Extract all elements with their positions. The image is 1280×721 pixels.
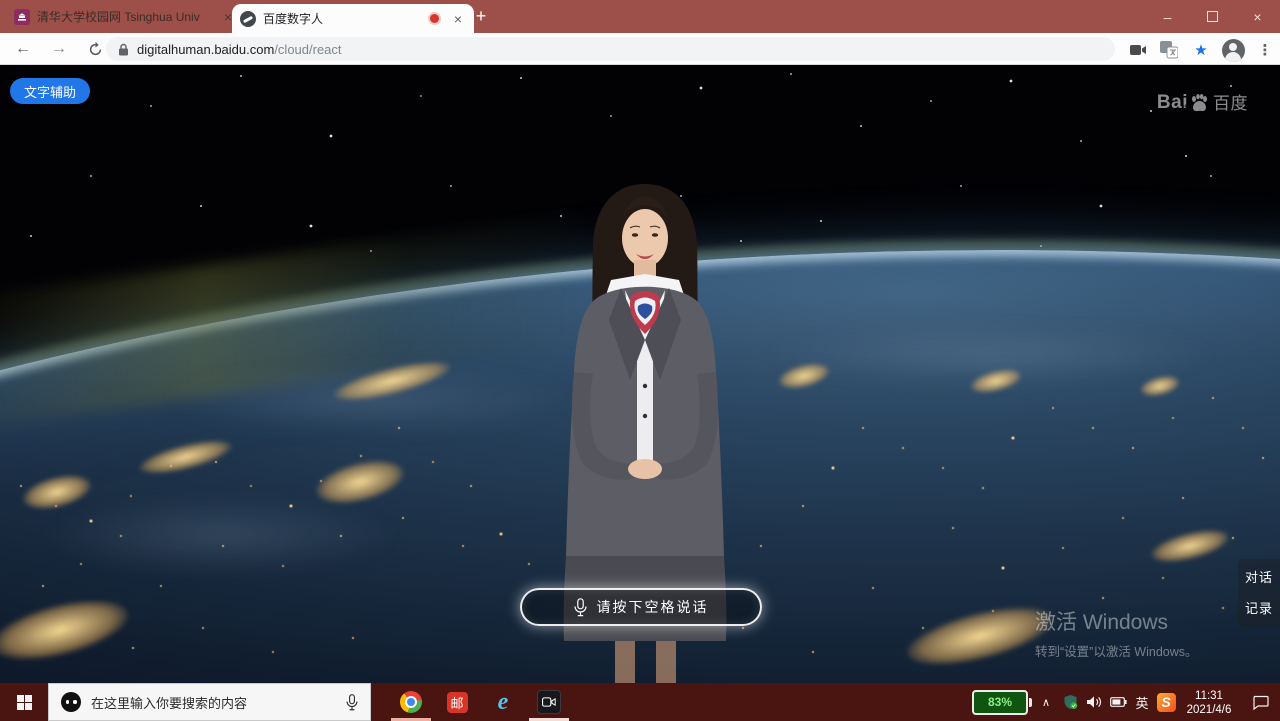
text-assist-button[interactable]: 文字辅助 [10,78,90,104]
record-tab[interactable]: 记录 [1245,598,1273,617]
search-mic-icon[interactable] [346,694,358,711]
action-center-icon[interactable] [1240,683,1280,721]
hidden-icons-chevron[interactable]: ∧ [1034,683,1058,721]
camera-in-use-icon[interactable] [1126,38,1150,62]
tab-title: 清华大学校园网 Tsinghua Univ [37,8,213,25]
media-recording-indicator-icon [430,14,439,23]
back-button[interactable]: ← [12,38,34,60]
internet-explorer-taskbar-icon[interactable]: e [480,683,526,721]
ie-icon: e [498,691,509,713]
input-language-indicator[interactable]: 英 [1130,683,1154,721]
netease-mail-taskbar-icon[interactable]: 邮 [434,683,480,721]
browser-window: 清华大学校园网 Tsinghua Univ × 百度数字人 × + – × ← … [0,0,1280,721]
reload-button[interactable] [84,38,106,60]
baidu-cloud-favicon-icon [240,11,256,27]
system-tray: 83% ∧ 英 S 11:31 2021/4/6 [972,683,1280,721]
browser-toolbar: ← → digitalhuman.baidu.com/cloud/react ★… [0,33,1280,65]
camera-app-taskbar-icon[interactable] [526,683,572,721]
tab-baidu-digital-human[interactable]: 百度数字人 × [232,4,474,33]
cloud-wisp [40,495,400,575]
close-button[interactable]: × [1235,0,1280,33]
scattered-city-lights [0,65,2,67]
https-lock-icon [118,43,129,56]
search-placeholder-text: 在这里输入你要搜索的内容 [91,693,336,712]
restore-icon [1207,11,1218,22]
baidu-logo-cn: 百度 [1213,89,1248,114]
dialog-tab[interactable]: 对话 [1245,567,1273,586]
taskbar-apps: 邮 e [388,683,572,721]
microphone-icon [574,598,587,617]
date-text: 2021/4/6 [1178,703,1240,717]
mail-icon: 邮 [447,692,468,713]
defender-shield-icon[interactable] [1058,683,1082,721]
sogou-icon: S [1157,693,1176,712]
address-bar[interactable]: digitalhuman.baidu.com/cloud/react [106,37,1115,61]
translate-icon[interactable] [1157,38,1181,62]
volume-icon[interactable] [1082,683,1106,721]
conversation-log-panel-tab: 对话 记录 [1238,559,1280,627]
taskbar-clock[interactable]: 11:31 2021/4/6 [1178,688,1240,717]
sogou-input-tray-icon[interactable]: S [1154,683,1178,721]
url-text: digitalhuman.baidu.com/cloud/react [137,42,342,57]
activate-windows-watermark: 激活 Windows 转到“设置”以激活 Windows。 [1035,606,1198,660]
watermark-subtitle: 转到“设置”以激活 Windows。 [1035,641,1198,660]
tsinghua-favicon-icon [14,9,30,25]
new-tab-button[interactable]: + [468,5,494,27]
chrome-icon [400,691,422,713]
restore-button[interactable] [1190,0,1235,33]
url-host: digitalhuman.baidu.com [137,42,274,57]
taskbar-search-box[interactable]: 在这里输入你要搜索的内容 [48,683,371,721]
page-content: 文字辅助 Bai du 百度 请按下空格说话 对话 记录 激活 Windows … [0,65,1280,683]
baidu-logo: Bai du 百度 [1157,89,1248,114]
tab-title: 百度数字人 [263,10,423,27]
tab-tsinghua-campus[interactable]: 清华大学校园网 Tsinghua Univ × [8,0,242,33]
tab-bar: 清华大学校园网 Tsinghua Univ × 百度数字人 × + – × [0,0,1280,33]
chrome-taskbar-icon[interactable] [388,683,434,721]
browser-menu-icon[interactable]: ⋮ [1253,38,1277,62]
start-button[interactable] [0,683,48,721]
push-to-talk-label: 请按下空格说话 [597,597,709,617]
battery-percent-widget[interactable]: 83% [972,690,1028,715]
forward-button[interactable]: → [48,38,70,60]
search-assistant-icon [61,692,81,712]
windows-taskbar: 在这里输入你要搜索的内容 邮 e 83% ∧ [0,683,1280,721]
minimize-button[interactable]: – [1145,0,1190,33]
text-assist-label: 文字辅助 [24,82,76,101]
time-text: 11:31 [1178,689,1240,703]
tab-close-icon[interactable]: × [450,11,466,27]
bookmark-star-icon[interactable]: ★ [1189,38,1213,62]
video-camera-icon [537,690,561,714]
battery-tray-icon[interactable] [1106,683,1130,721]
baidu-logo-du: du [1182,103,1193,112]
profile-avatar[interactable] [1221,38,1245,62]
watermark-title: 激活 Windows [1035,606,1198,636]
push-to-talk-button[interactable]: 请按下空格说话 [520,588,762,626]
person-icon [1222,39,1245,62]
window-controls: – × [1145,0,1280,33]
url-path: /cloud/react [274,42,341,57]
windows-logo-icon [17,695,32,710]
